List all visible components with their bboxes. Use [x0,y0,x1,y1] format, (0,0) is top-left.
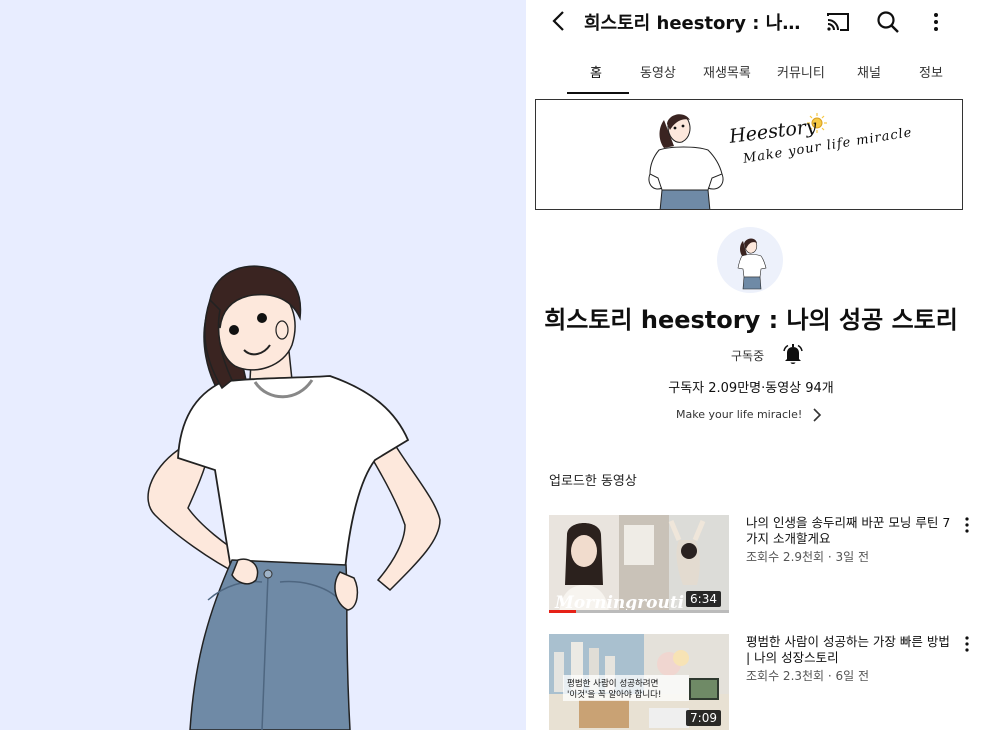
channel-avatar[interactable] [717,227,783,293]
more-vert-icon [934,13,938,31]
active-tab-indicator [567,92,629,94]
thumbnail-caption-line2: '이것'을 꼭 알아야 합니다! [567,689,661,700]
tab-community[interactable]: 커뮤니티 [777,62,825,81]
back-button[interactable] [544,6,574,36]
channel-description: Make your life miracle! [676,408,803,421]
back-arrow-icon [552,11,564,31]
watch-progress-bar [549,610,576,613]
channel-name: 희스토리 heestory : 나의 성공 스토리 [544,306,958,334]
tab-playlists[interactable]: 재생목록 [703,62,751,81]
bell-icon [783,344,803,364]
video-item[interactable]: Morningrouti 6:34 나의 인생을 송두리째 바꾼 모닝 루틴 7… [549,515,979,613]
channel-title: 희스토리 heestory : 나의... [584,13,804,34]
subscribed-button[interactable]: 구독중 [731,347,764,364]
cast-button[interactable] [824,8,852,36]
character-illustration [0,0,526,730]
tab-home[interactable]: 홈 [590,62,602,81]
video-meta: 조회수 2.9천회 · 3일 전 [746,550,870,564]
video-thumbnail[interactable]: Morningrouti 6:34 [549,515,729,613]
character-drawing [147,265,441,730]
video-title[interactable]: 나의 인생을 송두리째 바꾼 모닝 루틴 7가지 소개할게요 [746,515,956,547]
uploads-section-title: 업로드한 동영상 [549,474,637,489]
cast-icon [827,13,849,31]
channel-banner: Heestory Make your life miracle [535,99,963,210]
video-more-icon[interactable] [959,634,975,654]
video-duration: 6:34 [686,591,721,607]
tab-channels[interactable]: 채널 [857,62,881,81]
search-icon [877,11,899,33]
video-title[interactable]: 평범한 사람이 성공하는 가장 빠른 방법 | 나의 성장스토리 [746,634,956,666]
video-duration: 7:09 [686,710,721,726]
top-app-bar: 희스토리 heestory : 나의... [526,0,1000,44]
more-options-button[interactable] [924,8,948,36]
channel-stats: 구독자 2.09만명·동영상 94개 [668,381,834,396]
video-more-icon[interactable] [959,515,975,535]
channel-description-row[interactable]: Make your life miracle! [676,406,836,426]
thumbnail-caption-line1: 평범한 사람이 성공하려면 [567,678,658,689]
chevron-right-icon [813,408,822,422]
avatar-character-image [737,238,767,290]
notification-bell-button[interactable] [781,342,805,366]
tab-videos[interactable]: 동영상 [640,62,676,81]
channel-tabs: 홈 동영상 재생목록 커뮤니티 채널 정보 [526,50,1000,96]
tab-about[interactable]: 정보 [919,62,943,81]
video-meta: 조회수 2.3천회 · 6일 전 [746,669,870,683]
video-item[interactable]: 평범한 사람이 성공하려면 '이것'을 꼭 알아야 합니다! 7:09 평범한 … [549,634,979,730]
video-thumbnail[interactable]: 평범한 사람이 성공하려면 '이것'을 꼭 알아야 합니다! 7:09 [549,634,729,730]
search-button[interactable] [874,8,902,36]
youtube-channel-page: 희스토리 heestory : 나의... 홈 동영상 재생목록 커뮤니티 채널… [526,0,1000,730]
